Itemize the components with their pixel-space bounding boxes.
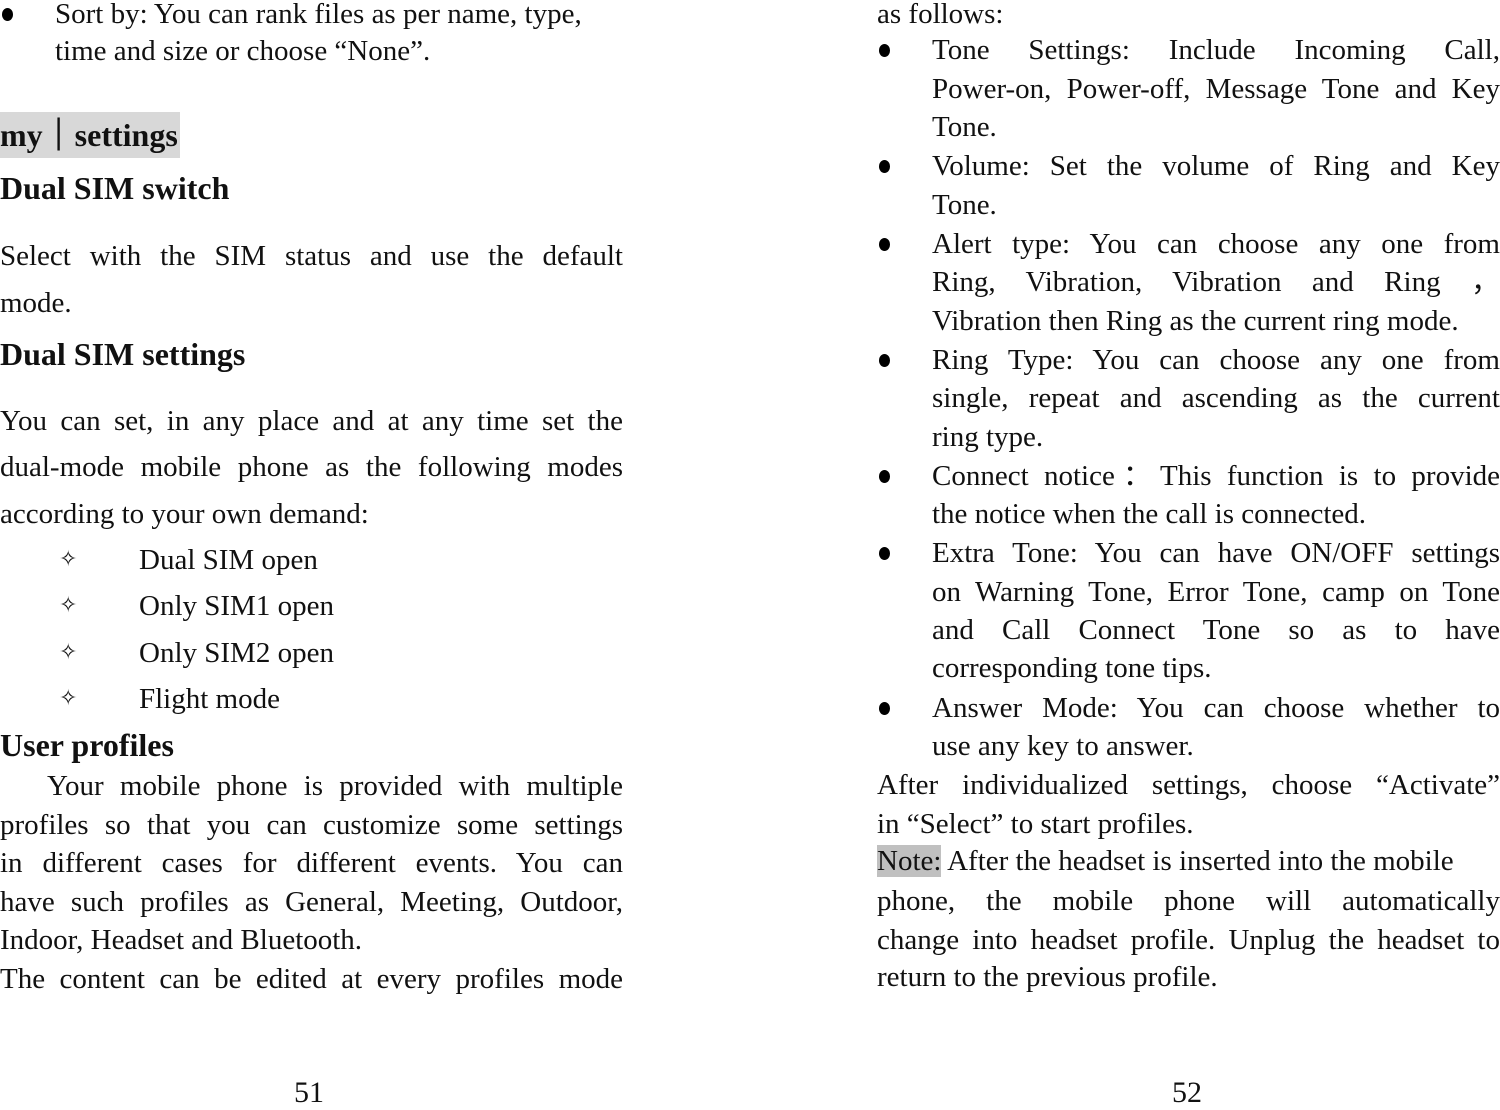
heading-user-profiles: User profiles xyxy=(0,727,174,763)
four-point-star-icon: ✧ xyxy=(59,547,78,572)
note-line2: phone, the mobile phone will automatical… xyxy=(877,885,1500,917)
bullet-dot-icon xyxy=(2,8,13,21)
dual-sim-switch-line2: mode. xyxy=(0,287,72,319)
bullet-line: Alert type: You can choose any one from xyxy=(932,228,1500,260)
four-point-star-icon: ✧ xyxy=(59,593,78,618)
dual-sim-switch-line1: Select with the SIM status and use the d… xyxy=(0,240,623,272)
sort-by-line2: time and size or choose “None”. xyxy=(55,35,431,67)
heading-dual-sim-settings: Dual SIM settings xyxy=(0,336,246,372)
sort-by-line1: Sort by: You can rank files as per name,… xyxy=(55,0,582,30)
mode-item: Dual SIM open xyxy=(139,544,318,576)
note-line4: return to the previous profile. xyxy=(877,961,1218,993)
after-settings-line1: After individualized settings, choose “A… xyxy=(877,769,1500,801)
section-heading-my-settings: my｜settings xyxy=(0,112,180,158)
bullet-dot-icon xyxy=(879,470,890,483)
intro-as-follows: as follows: xyxy=(877,0,1004,30)
page-number: 51 xyxy=(294,1076,324,1109)
bullet-line: on Warning Tone, Error Tone, camp on Ton… xyxy=(932,576,1500,608)
bullet-dot-icon xyxy=(879,354,890,367)
user-profiles-line: Your mobile phone is provided with multi… xyxy=(47,770,623,802)
page-number: 52 xyxy=(1172,1076,1202,1109)
bullet-line: Tone Settings: Include Incoming Call, xyxy=(932,34,1500,66)
bullet-dot-icon xyxy=(879,44,890,57)
bullet-line: Ring, Vibration, Vibration and Ring ， xyxy=(932,266,1500,298)
bullet-dot-icon xyxy=(879,702,890,715)
bullet-line: Tone. xyxy=(932,111,997,143)
dual-sim-settings-line2: dual-mode mobile phone as the following … xyxy=(0,451,623,483)
mode-item: Flight mode xyxy=(139,683,280,715)
dual-sim-settings-line3: according to your own demand: xyxy=(0,498,369,530)
mode-item: Only SIM1 open xyxy=(139,590,334,622)
after-settings-line2: in “Select” to start profiles. xyxy=(877,808,1194,840)
four-point-star-icon: ✧ xyxy=(59,686,78,711)
note-label: Note: xyxy=(877,845,942,877)
bullet-line: and Call Connect Tone so as to have xyxy=(932,614,1500,646)
bullet-dot-icon xyxy=(879,238,890,251)
bullet-line: Volume: Set the volume of Ring and Key xyxy=(932,150,1500,182)
bullet-line: corresponding tone tips. xyxy=(932,652,1212,684)
mode-item: Only SIM2 open xyxy=(139,637,334,669)
user-profiles-line: Indoor, Headset and Bluetooth. xyxy=(0,924,363,956)
bullet-line: Power-on, Power-off, Message Tone and Ke… xyxy=(932,73,1500,105)
bullet-line: the notice when the call is connected. xyxy=(932,498,1367,530)
bullet-line: Vibration then Ring as the current ring … xyxy=(932,305,1459,337)
user-profiles-line: profiles so that you can customize some … xyxy=(0,809,623,841)
bullet-line: single, repeat and ascending as the curr… xyxy=(932,382,1500,414)
bullet-line: Extra Tone: You can have ON/OFF settings xyxy=(932,537,1500,569)
bullet-line: Ring Type: You can choose any one from xyxy=(932,344,1500,376)
note-line1-text: After the headset is inserted into the m… xyxy=(941,845,1454,877)
user-profiles-line: in different cases for different events.… xyxy=(0,847,623,879)
four-point-star-icon: ✧ xyxy=(59,640,78,665)
bullet-line: Connect notice：This function is to provi… xyxy=(932,460,1500,492)
bullet-line: Answer Mode: You can choose whether to xyxy=(932,692,1500,724)
user-profiles-line: The content can be edited at every profi… xyxy=(0,963,623,995)
bullet-dot-icon xyxy=(879,160,890,173)
note-line1: Note: After the headset is inserted into… xyxy=(877,842,1454,880)
bullet-line: Tone. xyxy=(932,189,997,221)
bullet-line: use any key to answer. xyxy=(932,730,1194,762)
user-profiles-line: have such profiles as General, Meeting, … xyxy=(0,886,623,918)
bullet-line: ring type. xyxy=(932,421,1044,453)
note-line3: change into headset profile. Unplug the … xyxy=(877,924,1500,956)
heading-dual-sim-switch: Dual SIM switch xyxy=(0,170,230,206)
dual-sim-settings-line1: You can set, in any place and at any tim… xyxy=(0,405,623,437)
bullet-dot-icon xyxy=(879,547,890,560)
